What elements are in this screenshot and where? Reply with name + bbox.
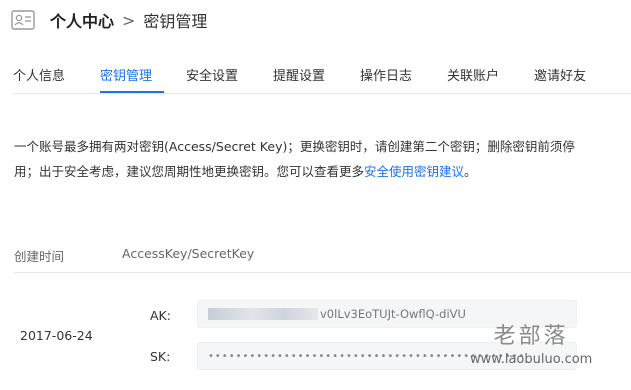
- tab-invite-friends[interactable]: 邀请好友: [534, 65, 586, 84]
- column-access-secret-key: AccessKey/SecretKey: [122, 246, 255, 261]
- page-title: 密钥管理: [143, 12, 208, 31]
- breadcrumb-root[interactable]: 个人中心: [50, 8, 114, 32]
- tab-linked-accounts[interactable]: 关联账户: [447, 65, 499, 84]
- tab-profile[interactable]: 个人信息: [13, 65, 65, 84]
- tab-reminders[interactable]: 提醒设置: [273, 65, 325, 84]
- ak-label: AK:: [150, 308, 171, 323]
- tab-key-management[interactable]: 密钥管理: [100, 65, 152, 84]
- active-tab-indicator: [100, 91, 164, 93]
- breadcrumb: 个人中心 > 密钥管理: [10, 6, 207, 34]
- breadcrumb-separator-icon: >: [122, 10, 136, 30]
- tab-bar: 个人信息 密钥管理 安全设置 提醒设置 操作日志 关联账户 邀请好友: [13, 60, 631, 94]
- redacted-mask: [208, 308, 318, 320]
- watermark-name: 老部落: [493, 324, 569, 349]
- key-notice: 一个账号最多拥有两对密钥(Access/Secret Key)；更换密钥时，请创…: [14, 134, 594, 184]
- watermark-url: www.laobuluo.com: [470, 352, 593, 367]
- security-advice-link[interactable]: 安全使用密钥建议: [364, 164, 464, 179]
- table-header: 创建时间 AccessKey/SecretKey: [14, 243, 631, 273]
- sk-label: SK:: [150, 349, 171, 364]
- tab-operation-log[interactable]: 操作日志: [360, 65, 412, 84]
- notice-text: 一个账号最多拥有两对密钥(Access/Secret Key)；更换密钥时，请创…: [14, 139, 575, 179]
- column-created-time: 创建时间: [14, 249, 65, 264]
- created-date: 2017-06-24: [20, 328, 93, 343]
- notice-end: 。: [464, 164, 477, 179]
- access-key-value: v0lLv3EoTUJt-OwflQ-diVU: [320, 307, 466, 321]
- tab-security[interactable]: 安全设置: [186, 65, 238, 84]
- watermark: 老部落 www.laobuluo.com: [470, 318, 592, 367]
- id-card-icon: [10, 9, 36, 31]
